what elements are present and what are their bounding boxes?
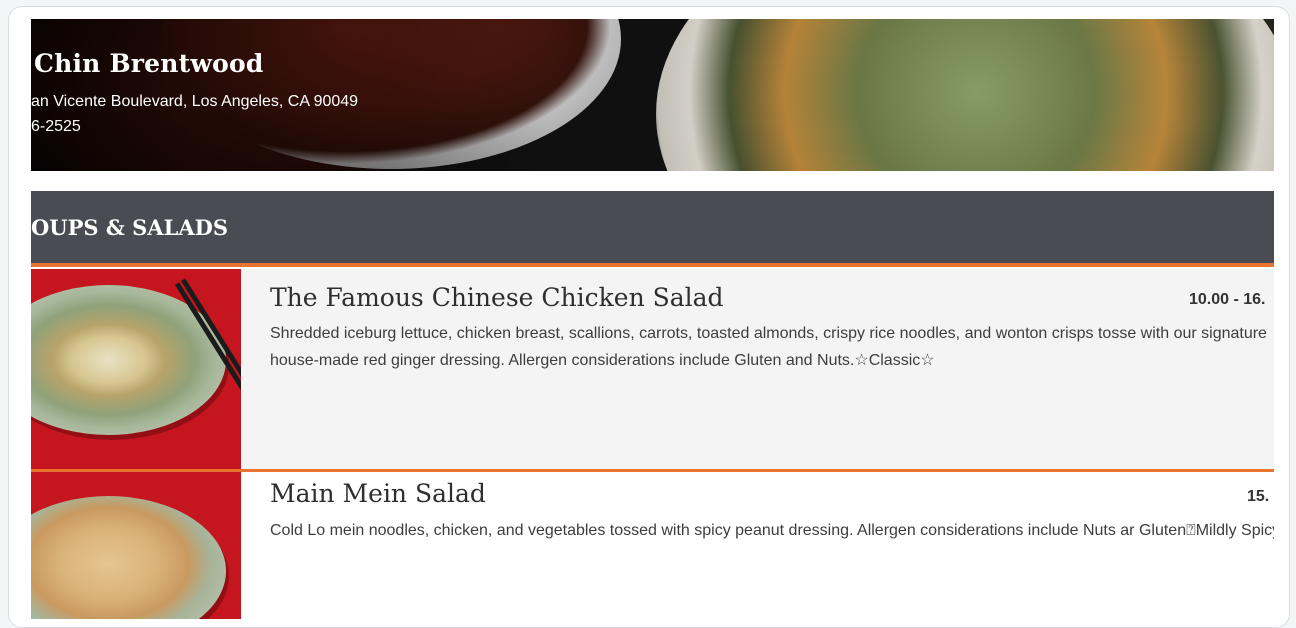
restaurant-address[interactable]: an Vicente Boulevard, Los Angeles, CA 90… (31, 93, 358, 111)
menu-item-name: The Famous Chinese Chicken Salad (270, 283, 724, 312)
page-viewport: Chin Brentwood an Vicente Boulevard, Los… (31, 19, 1274, 619)
hero-food-image-right (656, 19, 1274, 171)
restaurant-phone[interactable]: 6-2525 (31, 118, 81, 136)
menu-item-image (31, 269, 241, 469)
noodle-plate-image (31, 496, 226, 619)
restaurant-name: Chin Brentwood (34, 49, 264, 78)
menu-item-description: Cold Lo mein noodles, chicken, and veget… (270, 522, 1274, 539)
browser-frame: Chin Brentwood an Vicente Boulevard, Los… (8, 6, 1290, 628)
menu-item-price: 15. (1247, 488, 1270, 505)
menu-item-description: Shredded iceburg lettuce, chicken breast… (270, 325, 1267, 369)
menu-item[interactable]: Main Mein Salad 15. Cold Lo mein noodles… (31, 469, 1274, 619)
menu-item-image (31, 472, 241, 619)
menu-item[interactable]: The Famous Chinese Chicken Salad 10.00 -… (31, 269, 1274, 469)
menu-item-price: 10.00 - 16. (1189, 291, 1266, 308)
section-title: OUPS & SALADS (31, 215, 229, 240)
menu-section-header: OUPS & SALADS (31, 191, 1274, 267)
menu-item-name: Main Mein Salad (270, 479, 486, 508)
hero-banner: Chin Brentwood an Vicente Boulevard, Los… (31, 19, 1274, 171)
